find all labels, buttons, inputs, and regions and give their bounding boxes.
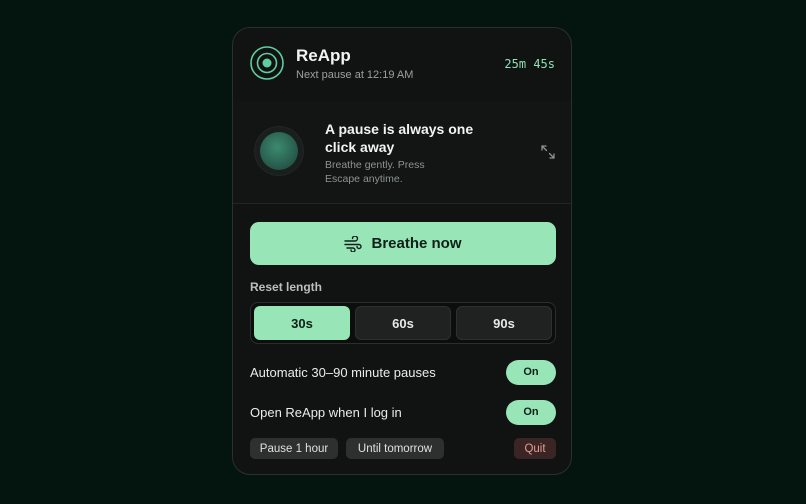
reapp-panel: ReApp Next pause at 12:19 AM 25m 45s A p… [232, 27, 572, 475]
next-pause-text: Next pause at 12:19 AM [296, 69, 414, 81]
wind-icon [344, 235, 363, 252]
reapp-logo-icon [250, 46, 284, 80]
footer-actions: Pause 1 hour Until tomorrow Quit [250, 438, 556, 460]
auto-pauses-row: Automatic 30–90 minute pauses On [250, 359, 556, 385]
preview-title: A pause is always one click away [325, 121, 474, 155]
breathe-now-button[interactable]: Breathe now [250, 222, 556, 265]
reset-length-selector: 30s 60s 90s [250, 302, 556, 344]
auto-pauses-toggle[interactable]: On [506, 359, 556, 385]
pause-preview-card[interactable]: A pause is always one click away Breathe… [233, 101, 571, 204]
breathing-orb [260, 132, 298, 170]
pause-1-hour-button[interactable]: Pause 1 hour [250, 438, 338, 459]
auto-pauses-label: Automatic 30–90 minute pauses [250, 364, 436, 380]
reset-90s-option[interactable]: 90s [456, 306, 552, 340]
reset-60s-option[interactable]: 60s [355, 306, 451, 340]
reset-length-label: Reset length [250, 280, 323, 294]
preview-subtitle: Breathe gently. Press Escape anytime. [325, 159, 425, 185]
quit-button[interactable]: Quit [514, 438, 556, 459]
header: ReApp Next pause at 12:19 AM 25m 45s [233, 28, 571, 102]
open-at-login-row: Open ReApp when I log in On [250, 399, 556, 425]
app-title: ReApp [296, 46, 351, 65]
breathe-now-label: Breathe now [371, 235, 462, 252]
expand-icon[interactable] [541, 145, 555, 159]
countdown-timer: 25m 45s [504, 57, 555, 71]
open-at-login-toggle[interactable]: On [506, 399, 556, 425]
reset-30s-option[interactable]: 30s [254, 306, 350, 340]
open-at-login-label: Open ReApp when I log in [250, 404, 402, 420]
until-tomorrow-button[interactable]: Until tomorrow [346, 438, 444, 459]
